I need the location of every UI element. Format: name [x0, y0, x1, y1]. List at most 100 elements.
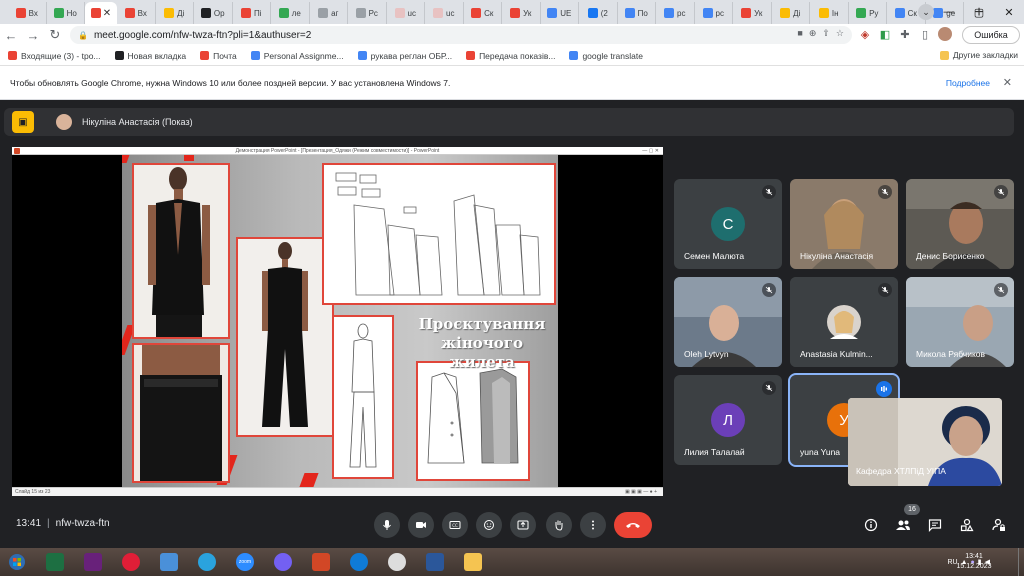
excel-app[interactable]: [42, 551, 68, 573]
tab-diamond[interactable]: По: [618, 2, 656, 24]
tab-close-icon[interactable]: ✕: [103, 8, 111, 19]
share-icon[interactable]: ⇪: [822, 28, 830, 39]
infobar-close-icon[interactable]: ✕: [1003, 76, 1012, 89]
tab-label: Ук: [754, 8, 763, 18]
tab-gmail[interactable]: Вх: [8, 2, 47, 24]
profile-avatar[interactable]: [938, 27, 952, 41]
minimize-button[interactable]: —: [934, 0, 964, 24]
extension-green-icon[interactable]: ◧: [878, 28, 892, 41]
tab-gallery[interactable]: Ді: [156, 2, 194, 24]
present-button[interactable]: [510, 512, 536, 538]
tab-pc[interactable]: рс: [656, 2, 695, 24]
maximize-button[interactable]: ▢: [964, 0, 994, 24]
bookmark-favicon-icon: [114, 51, 124, 60]
diamond-favicon-icon: [624, 8, 635, 18]
tab-pc2[interactable]: рс: [695, 2, 733, 24]
leave-call-button[interactable]: [614, 512, 652, 538]
tab-ukr[interactable]: Ук: [733, 2, 772, 24]
reload-button[interactable]: ↻: [44, 24, 66, 46]
activities-button[interactable]: [958, 516, 976, 534]
participant-tile[interactable]: Нікуліна Анастасія: [790, 179, 898, 269]
bookmark-item[interactable]: google translate: [569, 51, 643, 61]
forward-button[interactable]: →: [22, 24, 44, 46]
host-controls-button[interactable]: [990, 516, 1008, 534]
close-window-button[interactable]: ✕: [994, 0, 1024, 24]
participant-tile[interactable]: Микола Рябчиков: [906, 277, 1014, 367]
tab-ru[interactable]: Ру: [849, 2, 887, 24]
address-bar[interactable]: 🔒 meet.google.com/nfw-twza-ftn?pli=1&aut…: [70, 26, 852, 44]
viber-app[interactable]: [270, 551, 296, 573]
stop-present-icon[interactable]: ▣: [12, 111, 34, 133]
participant-tile[interactable]: Л Лилия Талалай: [674, 375, 782, 465]
captions-button[interactable]: CC: [442, 512, 468, 538]
powerpoint-app[interactable]: [308, 551, 334, 573]
meeting-details-button[interactable]: [862, 516, 880, 534]
show-desktop-button[interactable]: [1018, 548, 1024, 576]
tab-menu-button[interactable]: [0, 2, 8, 24]
chrome-app[interactable]: [384, 551, 410, 573]
edge-app[interactable]: [346, 551, 372, 573]
emoji-button[interactable]: [476, 512, 502, 538]
back-button[interactable]: ←: [0, 24, 22, 46]
puzzle-icon[interactable]: ✚: [898, 28, 912, 41]
people-button[interactable]: [894, 516, 912, 534]
infobar-more-link[interactable]: Подробнее: [946, 78, 990, 88]
explorer-app[interactable]: [460, 551, 486, 573]
tab-uc2[interactable]: uc: [425, 2, 464, 24]
tab-lens[interactable]: ле: [271, 2, 310, 24]
participant-tile[interactable]: Oleh Lytvyn: [674, 277, 782, 367]
tab-doc[interactable]: Рс: [348, 2, 387, 24]
bookmark-item[interactable]: Почта: [200, 51, 237, 61]
file-app[interactable]: [156, 551, 182, 573]
taskbar-clock[interactable]: 13:41 15.12.2023: [954, 552, 994, 572]
opera-app[interactable]: [118, 551, 144, 573]
tab-ext[interactable]: Но: [47, 2, 85, 24]
zoom-controls[interactable]: ▣ ▣ ▣ — ● +: [625, 488, 657, 497]
bookmark-item[interactable]: Новая вкладка: [114, 51, 186, 61]
chat-button[interactable]: [926, 516, 944, 534]
tab-label: ле: [291, 8, 301, 18]
bookmark-item[interactable]: рукава реглан ОБР...: [357, 51, 452, 61]
tab-yt[interactable]: Ук: [502, 2, 541, 24]
url-text: meet.google.com/nfw-twza-ftn?pli=1&authu…: [93, 29, 312, 41]
tab-heart[interactable]: Ск: [464, 2, 502, 24]
start-button[interactable]: [4, 551, 30, 573]
profile-error-chip[interactable]: Ошибка: [962, 26, 1020, 44]
participant-tile[interactable]: С Семен Малюта: [674, 179, 782, 269]
bookmark-star-icon[interactable]: ☆: [836, 28, 844, 39]
more-options-button[interactable]: [580, 512, 606, 538]
participant-tile[interactable]: Денис Борисенко: [906, 179, 1014, 269]
bookmark-item[interactable]: Personal Assignme...: [250, 51, 344, 61]
tab-fb[interactable]: (2: [579, 2, 618, 24]
tab-in[interactable]: Ін: [810, 2, 849, 24]
tab-meet[interactable]: ✕: [85, 2, 117, 24]
tab-chrome[interactable]: Ор: [194, 2, 233, 24]
bookmark-item[interactable]: Входящие (3) - tpo...: [8, 51, 101, 61]
zoom-app[interactable]: zoom: [232, 551, 258, 573]
bookmark-favicon-icon: [8, 51, 17, 60]
sidepanel-icon[interactable]: ▯: [918, 28, 932, 41]
tab-search-button[interactable]: ⌄: [918, 4, 934, 20]
tab-plus[interactable]: Пі: [233, 2, 271, 24]
adblock-icon[interactable]: ◈: [858, 28, 872, 41]
tab-web[interactable]: аг: [310, 2, 348, 24]
bookmark-label: Почта: [213, 50, 237, 61]
word-app[interactable]: [422, 551, 448, 573]
camera-icon[interactable]: ■: [797, 28, 802, 39]
self-view-tile[interactable]: Кафедра ХТЛПіД УІПА: [848, 398, 1002, 486]
tab-ut[interactable]: UE: [541, 2, 579, 24]
zoom-icon[interactable]: ⊕: [809, 28, 817, 39]
camera-button[interactable]: [408, 512, 434, 538]
telegram-app[interactable]: [194, 551, 220, 573]
bookmark-item[interactable]: Передача показів...: [466, 51, 555, 61]
other-bookmarks[interactable]: Другие закладки: [939, 50, 1018, 60]
participant-tile[interactable]: Anastasia Kulmin...: [790, 277, 898, 367]
tab-uc[interactable]: uc: [387, 2, 425, 24]
shared-screen[interactable]: Демонстрация PowerPoint - [Презентация_О…: [12, 147, 663, 496]
mic-button[interactable]: [374, 512, 400, 538]
participant-name: Микола Рябчиков: [916, 349, 986, 359]
tab-gmail2[interactable]: Вх: [117, 2, 156, 24]
tab-di2[interactable]: Ді: [772, 2, 810, 24]
visual-studio-app[interactable]: [80, 551, 106, 573]
raise-hand-button[interactable]: [546, 512, 572, 538]
